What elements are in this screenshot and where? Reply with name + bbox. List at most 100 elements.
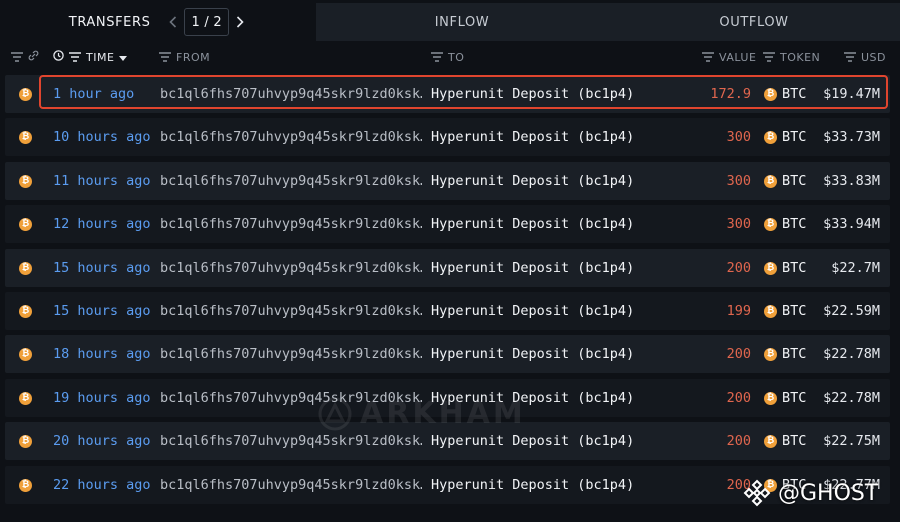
row-time[interactable]: 10 hours ago bbox=[53, 118, 151, 156]
row-token-label: BTC bbox=[782, 86, 807, 102]
header-token[interactable]: TOKEN bbox=[763, 44, 820, 70]
row-from-address[interactable]: bc1ql6fhs707uhvyp9q45skr9lzd0ksk… bbox=[160, 205, 422, 243]
table-row[interactable]: ₿ 18 hours ago bc1ql6fhs707uhvyp9q45skr9lz… bbox=[5, 335, 890, 373]
table-row[interactable]: ₿ 10 hours ago bc1ql6fhs707uhvyp9q45skr9lz… bbox=[5, 118, 890, 156]
row-icon-cell: ₿ bbox=[19, 466, 32, 504]
row-value: 300 bbox=[726, 129, 751, 145]
row-icon-cell: ₿ bbox=[19, 292, 32, 330]
row-value: 172.9 bbox=[710, 86, 751, 102]
bitcoin-icon: ₿ bbox=[19, 304, 32, 318]
filter-icon[interactable] bbox=[159, 52, 171, 62]
chevron-right-icon[interactable] bbox=[233, 12, 247, 32]
row-usd: $22.59M bbox=[823, 303, 880, 319]
row-from-address[interactable]: bc1ql6fhs707uhvyp9q45skr9lzd0ksk… bbox=[160, 335, 422, 373]
page-current: 1 bbox=[191, 14, 201, 30]
row-token[interactable]: ₿ BTC bbox=[764, 118, 806, 156]
bitcoin-icon: ₿ bbox=[19, 347, 32, 361]
row-time[interactable]: 12 hours ago bbox=[53, 205, 151, 243]
bitcoin-icon: ₿ bbox=[19, 174, 32, 188]
row-time[interactable]: 11 hours ago bbox=[53, 162, 151, 200]
row-time[interactable]: 19 hours ago bbox=[53, 379, 151, 417]
sort-down-icon[interactable] bbox=[119, 51, 128, 64]
page-total: 2 bbox=[213, 14, 223, 30]
row-time[interactable]: 15 hours ago bbox=[53, 249, 151, 287]
row-token[interactable]: ₿ BTC bbox=[764, 422, 806, 460]
tab-outflow[interactable]: OUTFLOW bbox=[608, 3, 900, 41]
row-from-address[interactable]: bc1ql6fhs707uhvyp9q45skr9lzd0ksk… bbox=[160, 466, 422, 504]
bitcoin-icon: ₿ bbox=[19, 217, 32, 231]
row-token[interactable]: ₿ BTC bbox=[764, 292, 806, 330]
filter-icon[interactable] bbox=[844, 52, 856, 62]
link-icon[interactable] bbox=[28, 50, 39, 64]
filter-icon[interactable] bbox=[702, 52, 714, 62]
header-time[interactable]: TIME bbox=[53, 44, 128, 70]
row-to-entity[interactable]: Hyperunit Deposit (bc1p4) bbox=[431, 335, 634, 373]
header-to-label: TO bbox=[448, 50, 465, 64]
row-token[interactable]: ₿ BTC bbox=[764, 335, 806, 373]
table-row[interactable]: ₿ 12 hours ago bc1ql6fhs707uhvyp9q45skr9lz… bbox=[5, 205, 890, 243]
table-header: TIME FROM TO VALUE TOKEN USD bbox=[0, 44, 900, 70]
row-time[interactable]: 18 hours ago bbox=[53, 335, 151, 373]
row-icon-cell: ₿ bbox=[19, 162, 32, 200]
row-to-entity[interactable]: Hyperunit Deposit (bc1p4) bbox=[431, 162, 634, 200]
row-token-label: BTC bbox=[782, 260, 807, 276]
row-to-entity[interactable]: Hyperunit Deposit (bc1p4) bbox=[431, 205, 634, 243]
row-time[interactable]: 15 hours ago bbox=[53, 292, 151, 330]
row-token[interactable]: ₿ BTC bbox=[764, 162, 806, 200]
row-usd: $33.94M bbox=[823, 216, 880, 232]
row-from-address[interactable]: bc1ql6fhs707uhvyp9q45skr9lzd0ksk… bbox=[160, 162, 422, 200]
bitcoin-icon: ₿ bbox=[764, 87, 777, 101]
table-row[interactable]: ₿ 15 hours ago bc1ql6fhs707uhvyp9q45skr9lz… bbox=[5, 249, 890, 287]
row-to-entity[interactable]: Hyperunit Deposit (bc1p4) bbox=[431, 249, 634, 287]
header-to[interactable]: TO bbox=[431, 44, 464, 70]
ghost-watermark: @GHOST bbox=[742, 478, 878, 508]
row-to-entity[interactable]: Hyperunit Deposit (bc1p4) bbox=[431, 466, 634, 504]
row-icon-cell: ₿ bbox=[19, 75, 32, 113]
header-time-label: TIME bbox=[86, 50, 115, 64]
row-to-entity[interactable]: Hyperunit Deposit (bc1p4) bbox=[431, 292, 634, 330]
bitcoin-icon: ₿ bbox=[19, 391, 32, 405]
row-time[interactable]: 1 hour ago bbox=[53, 75, 134, 113]
row-token-label: BTC bbox=[782, 390, 807, 406]
bitcoin-icon: ₿ bbox=[764, 217, 777, 231]
bitcoin-icon: ₿ bbox=[764, 261, 777, 275]
row-token[interactable]: ₿ BTC bbox=[764, 379, 806, 417]
filter-icon[interactable] bbox=[11, 52, 23, 62]
chevron-left-icon[interactable] bbox=[166, 12, 180, 32]
filter-icon[interactable] bbox=[69, 52, 81, 62]
row-to-entity[interactable]: Hyperunit Deposit (bc1p4) bbox=[431, 118, 634, 156]
row-from-address[interactable]: bc1ql6fhs707uhvyp9q45skr9lzd0ksk… bbox=[160, 75, 422, 113]
filter-icon[interactable] bbox=[431, 52, 443, 62]
row-usd: $33.83M bbox=[823, 173, 880, 189]
row-time[interactable]: 20 hours ago bbox=[53, 422, 151, 460]
bitcoin-icon: ₿ bbox=[764, 391, 777, 405]
tab-transfers[interactable]: TRANSFERS 1 / 2 bbox=[0, 3, 316, 41]
row-to-entity[interactable]: Hyperunit Deposit (bc1p4) bbox=[431, 75, 634, 113]
table-row[interactable]: ₿ 1 hour ago bc1ql6fhs707uhvyp9q45skr9lzd0… bbox=[5, 75, 890, 113]
page-indicator[interactable]: 1 / 2 bbox=[184, 8, 230, 36]
row-token[interactable]: ₿ BTC bbox=[764, 249, 806, 287]
tab-transfers-label: TRANSFERS bbox=[68, 14, 151, 30]
filter-icon[interactable] bbox=[763, 52, 775, 62]
table-row[interactable]: ₿ 15 hours ago bc1ql6fhs707uhvyp9q45skr9lz… bbox=[5, 292, 890, 330]
row-icon-cell: ₿ bbox=[19, 249, 32, 287]
header-value[interactable]: VALUE bbox=[702, 44, 756, 70]
table-row[interactable]: ₿ 11 hours ago bc1ql6fhs707uhvyp9q45skr9lz… bbox=[5, 162, 890, 200]
bitcoin-icon: ₿ bbox=[19, 130, 32, 144]
row-token[interactable]: ₿ BTC bbox=[764, 205, 806, 243]
row-token-label: BTC bbox=[782, 216, 807, 232]
row-time[interactable]: 22 hours ago bbox=[53, 466, 151, 504]
row-from-address[interactable]: bc1ql6fhs707uhvyp9q45skr9lzd0ksk… bbox=[160, 292, 422, 330]
header-from[interactable]: FROM bbox=[159, 44, 210, 70]
tab-inflow[interactable]: INFLOW bbox=[316, 3, 608, 41]
bitcoin-icon: ₿ bbox=[19, 478, 32, 492]
bitcoin-icon: ₿ bbox=[764, 174, 777, 188]
row-usd: $22.78M bbox=[823, 390, 880, 406]
row-value: 300 bbox=[726, 216, 751, 232]
arkham-watermark-text: ARKHAM bbox=[360, 396, 526, 431]
row-from-address[interactable]: bc1ql6fhs707uhvyp9q45skr9lzd0ksk… bbox=[160, 118, 422, 156]
row-usd: $22.78M bbox=[823, 346, 880, 362]
row-token[interactable]: ₿ BTC bbox=[764, 75, 806, 113]
header-usd[interactable]: USD bbox=[844, 44, 886, 70]
row-from-address[interactable]: bc1ql6fhs707uhvyp9q45skr9lzd0ksk… bbox=[160, 249, 422, 287]
